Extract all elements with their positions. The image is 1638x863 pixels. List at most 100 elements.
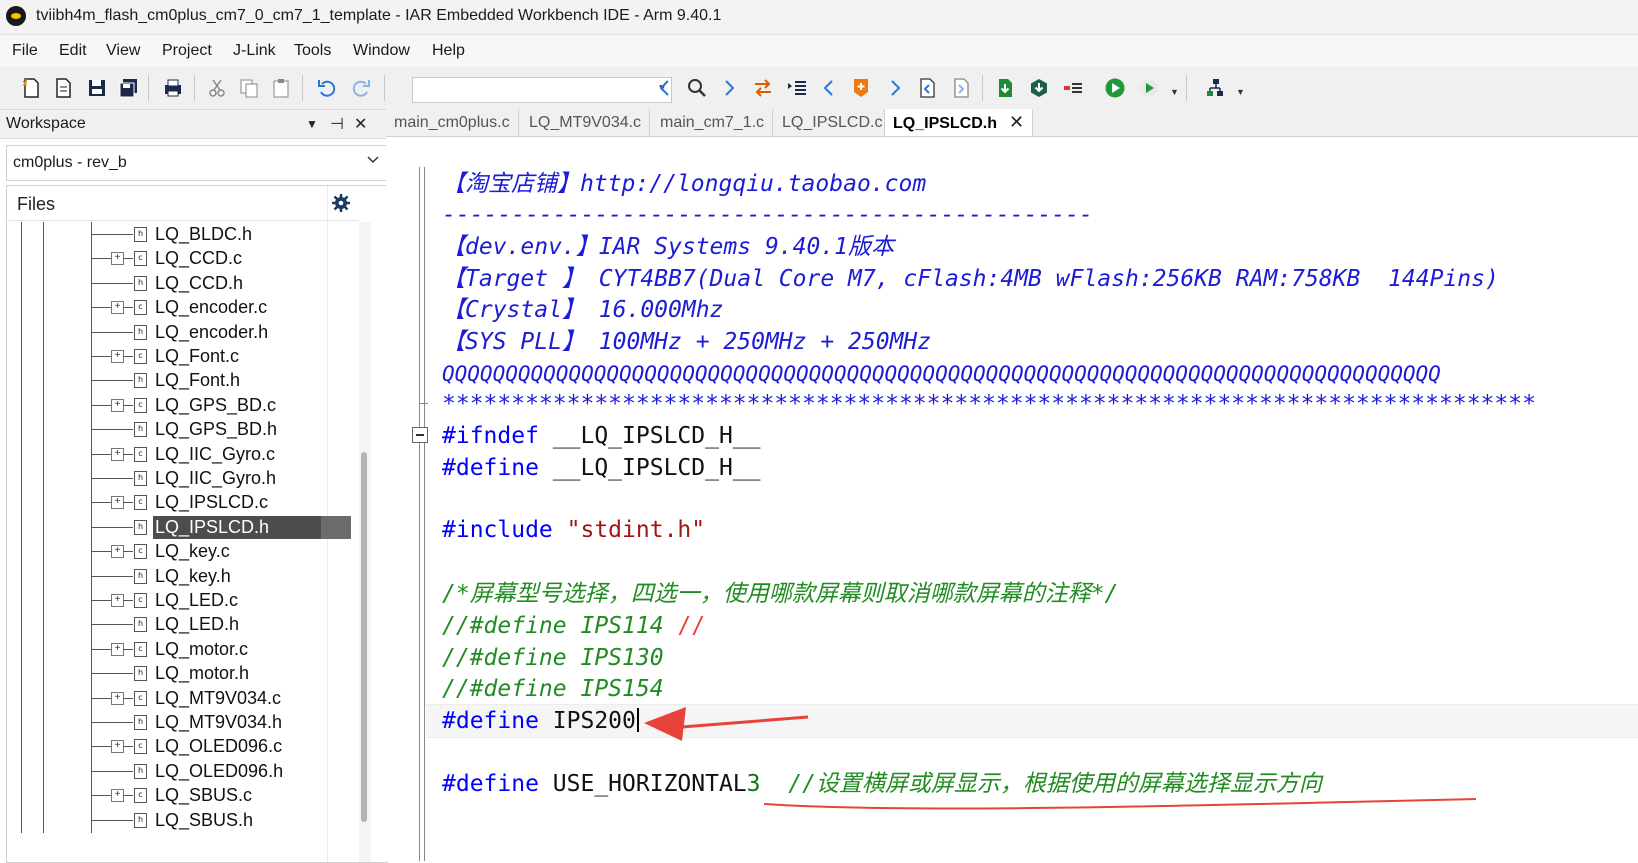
tree-guide (43, 807, 44, 833)
file-tree-item[interactable]: + c LQ_key.c (7, 539, 359, 565)
paste-icon[interactable] (268, 75, 294, 101)
menu-jlink[interactable]: J-Link (233, 42, 276, 60)
tree-guide (21, 807, 22, 833)
file-tree-item[interactable]: + c LQ_GPS_BD.c (7, 392, 359, 418)
debug-without-download-icon[interactable] (1136, 75, 1162, 101)
search-icon[interactable] (684, 75, 710, 101)
file-tree-item[interactable]: h LQ_SBUS.h (7, 807, 359, 833)
tab-main-cm0plus[interactable]: main_cm0plus.c (386, 109, 519, 136)
tree-guide (43, 710, 44, 735)
save-icon[interactable] (84, 75, 110, 101)
download-and-debug-icon[interactable] (1102, 75, 1128, 101)
tree-branch (123, 746, 133, 748)
menu-window[interactable]: Window (353, 42, 410, 60)
new-file-icon[interactable] (18, 75, 44, 101)
tree-guide (43, 490, 44, 516)
toolbar-overflow-icon-2[interactable]: ▼ (1236, 87, 1245, 97)
tree-branch (123, 404, 133, 406)
tab-lq-ipslcd-h[interactable]: LQ_IPSLCD.h ✕ (884, 109, 1034, 136)
file-tree-item[interactable]: + c LQ_OLED096.c (7, 734, 359, 760)
menu-file[interactable]: File (12, 42, 38, 60)
make-icon[interactable] (1026, 75, 1052, 101)
tree-guide (21, 758, 22, 784)
file-name: LQ_LED.c (155, 590, 239, 610)
c-file-icon: c (134, 788, 147, 804)
close-icon[interactable]: ✕ (1009, 112, 1024, 132)
copy-icon[interactable] (236, 75, 262, 101)
layout-icon[interactable] (1202, 75, 1228, 101)
menu-tools[interactable]: Tools (294, 42, 331, 60)
stop-build-icon[interactable] (1060, 75, 1086, 101)
file-tree-item[interactable]: + c LQ_IPSLCD.c (7, 490, 359, 516)
previous-bookmark-icon[interactable] (816, 75, 842, 101)
file-tree-item[interactable]: + c LQ_Font.c (7, 344, 359, 369)
file-tree-item[interactable]: + c LQ_motor.c (7, 636, 359, 662)
c-file-icon: c (134, 349, 147, 364)
cut-icon[interactable] (204, 75, 230, 101)
file-tree-item[interactable]: h LQ_key.h (7, 563, 359, 589)
save-all-icon[interactable] (116, 75, 142, 101)
workspace-menu-icon[interactable]: ▼ (306, 117, 318, 131)
file-tree-item[interactable]: + c LQ_LED.c (7, 588, 359, 613)
menu-view[interactable]: View (106, 42, 140, 60)
menu-help[interactable]: Help (432, 42, 465, 60)
tree-guide (43, 563, 44, 589)
workspace-config-select[interactable]: cm0plus - rev_b (6, 145, 388, 181)
navigate-backward-icon[interactable] (914, 75, 940, 101)
tree-guide (21, 734, 22, 760)
navigate-forward-icon[interactable] (948, 75, 974, 101)
next-bookmark-icon[interactable] (882, 75, 908, 101)
print-icon[interactable] (160, 75, 186, 101)
file-tree-item[interactable]: + c LQ_SBUS.c (7, 783, 359, 809)
file-tree-item[interactable]: h LQ_BLDC.h (7, 222, 359, 247)
c-file-icon: c (134, 544, 147, 560)
file-tree-item[interactable]: h LQ_LED.h (7, 612, 359, 638)
file-tree-item[interactable]: h LQ_encoder.h (7, 319, 359, 345)
pin-icon[interactable]: ⊣ (330, 114, 344, 134)
scrollbar-thumb[interactable] (361, 452, 367, 822)
tab-main-cm7-1[interactable]: main_cm7_1.c (652, 109, 774, 136)
file-tree-item[interactable]: h LQ_CCD.h (7, 270, 359, 296)
file-name: LQ_CCD.h (155, 272, 244, 293)
file-tree-item[interactable]: + c LQ_CCD.c (7, 246, 359, 272)
find-next-icon[interactable] (716, 75, 742, 101)
tab-label: LQ_IPSLCD.c (782, 114, 883, 131)
redo-icon[interactable] (348, 75, 374, 101)
find-previous-icon[interactable] (652, 75, 678, 101)
file-tree-item[interactable]: + c LQ_MT9V034.c (7, 685, 359, 711)
file-tree-item[interactable]: h LQ_IPSLCD.h (7, 514, 359, 540)
workspace-header: Workspace ▼ ⊣ ✕ (0, 110, 392, 139)
file-tree-item[interactable]: h LQ_GPS_BD.h (7, 417, 359, 443)
tree-branch (91, 453, 111, 455)
files-scrollbar[interactable] (359, 222, 371, 862)
go-to-icon[interactable] (750, 75, 776, 101)
code-editor[interactable]: 【淘宝店铺】http://longqiu.taobao.com --------… (386, 137, 1638, 861)
tree-guide (21, 539, 22, 565)
toolbar-overflow-icon[interactable]: ▼ (1170, 87, 1179, 97)
file-tree-item[interactable]: + c LQ_IIC_Gyro.c (7, 441, 359, 467)
menu-project[interactable]: Project (162, 42, 212, 60)
tab-label: main_cm7_1.c (660, 114, 765, 131)
tree-branch (91, 673, 133, 675)
bookmark-icon[interactable] (848, 75, 874, 101)
undo-icon[interactable] (314, 75, 340, 101)
gear-icon[interactable] (331, 193, 351, 213)
menu-edit[interactable]: Edit (59, 42, 87, 60)
tree-guide (21, 710, 22, 735)
open-file-icon[interactable] (50, 75, 76, 101)
toggle-bookmark-icon[interactable] (784, 75, 810, 101)
tab-lq-ipslcd-c[interactable]: LQ_IPSLCD.c (774, 109, 892, 136)
file-tree-item[interactable]: h LQ_Font.h (7, 368, 359, 394)
file-tree-item[interactable]: h LQ_motor.h (7, 661, 359, 687)
file-tree-item[interactable]: h LQ_MT9V034.h (7, 710, 359, 735)
tree-branch (91, 356, 111, 357)
tab-lq-mt9v034[interactable]: LQ_MT9V034.c (521, 109, 651, 136)
file-tree-item[interactable]: h LQ_OLED096.h (7, 758, 359, 784)
close-icon[interactable]: ✕ (354, 114, 367, 134)
file-tree-item[interactable]: h LQ_IIC_Gyro.h (7, 466, 359, 491)
file-tree-item[interactable]: + c LQ_encoder.c (7, 295, 359, 321)
find-combo[interactable]: ▼ (412, 77, 672, 103)
toolbar: ▼ ▼ ▼ (0, 67, 1638, 110)
compile-icon[interactable] (992, 75, 1018, 101)
file-name: LQ_SBUS.c (155, 785, 253, 806)
